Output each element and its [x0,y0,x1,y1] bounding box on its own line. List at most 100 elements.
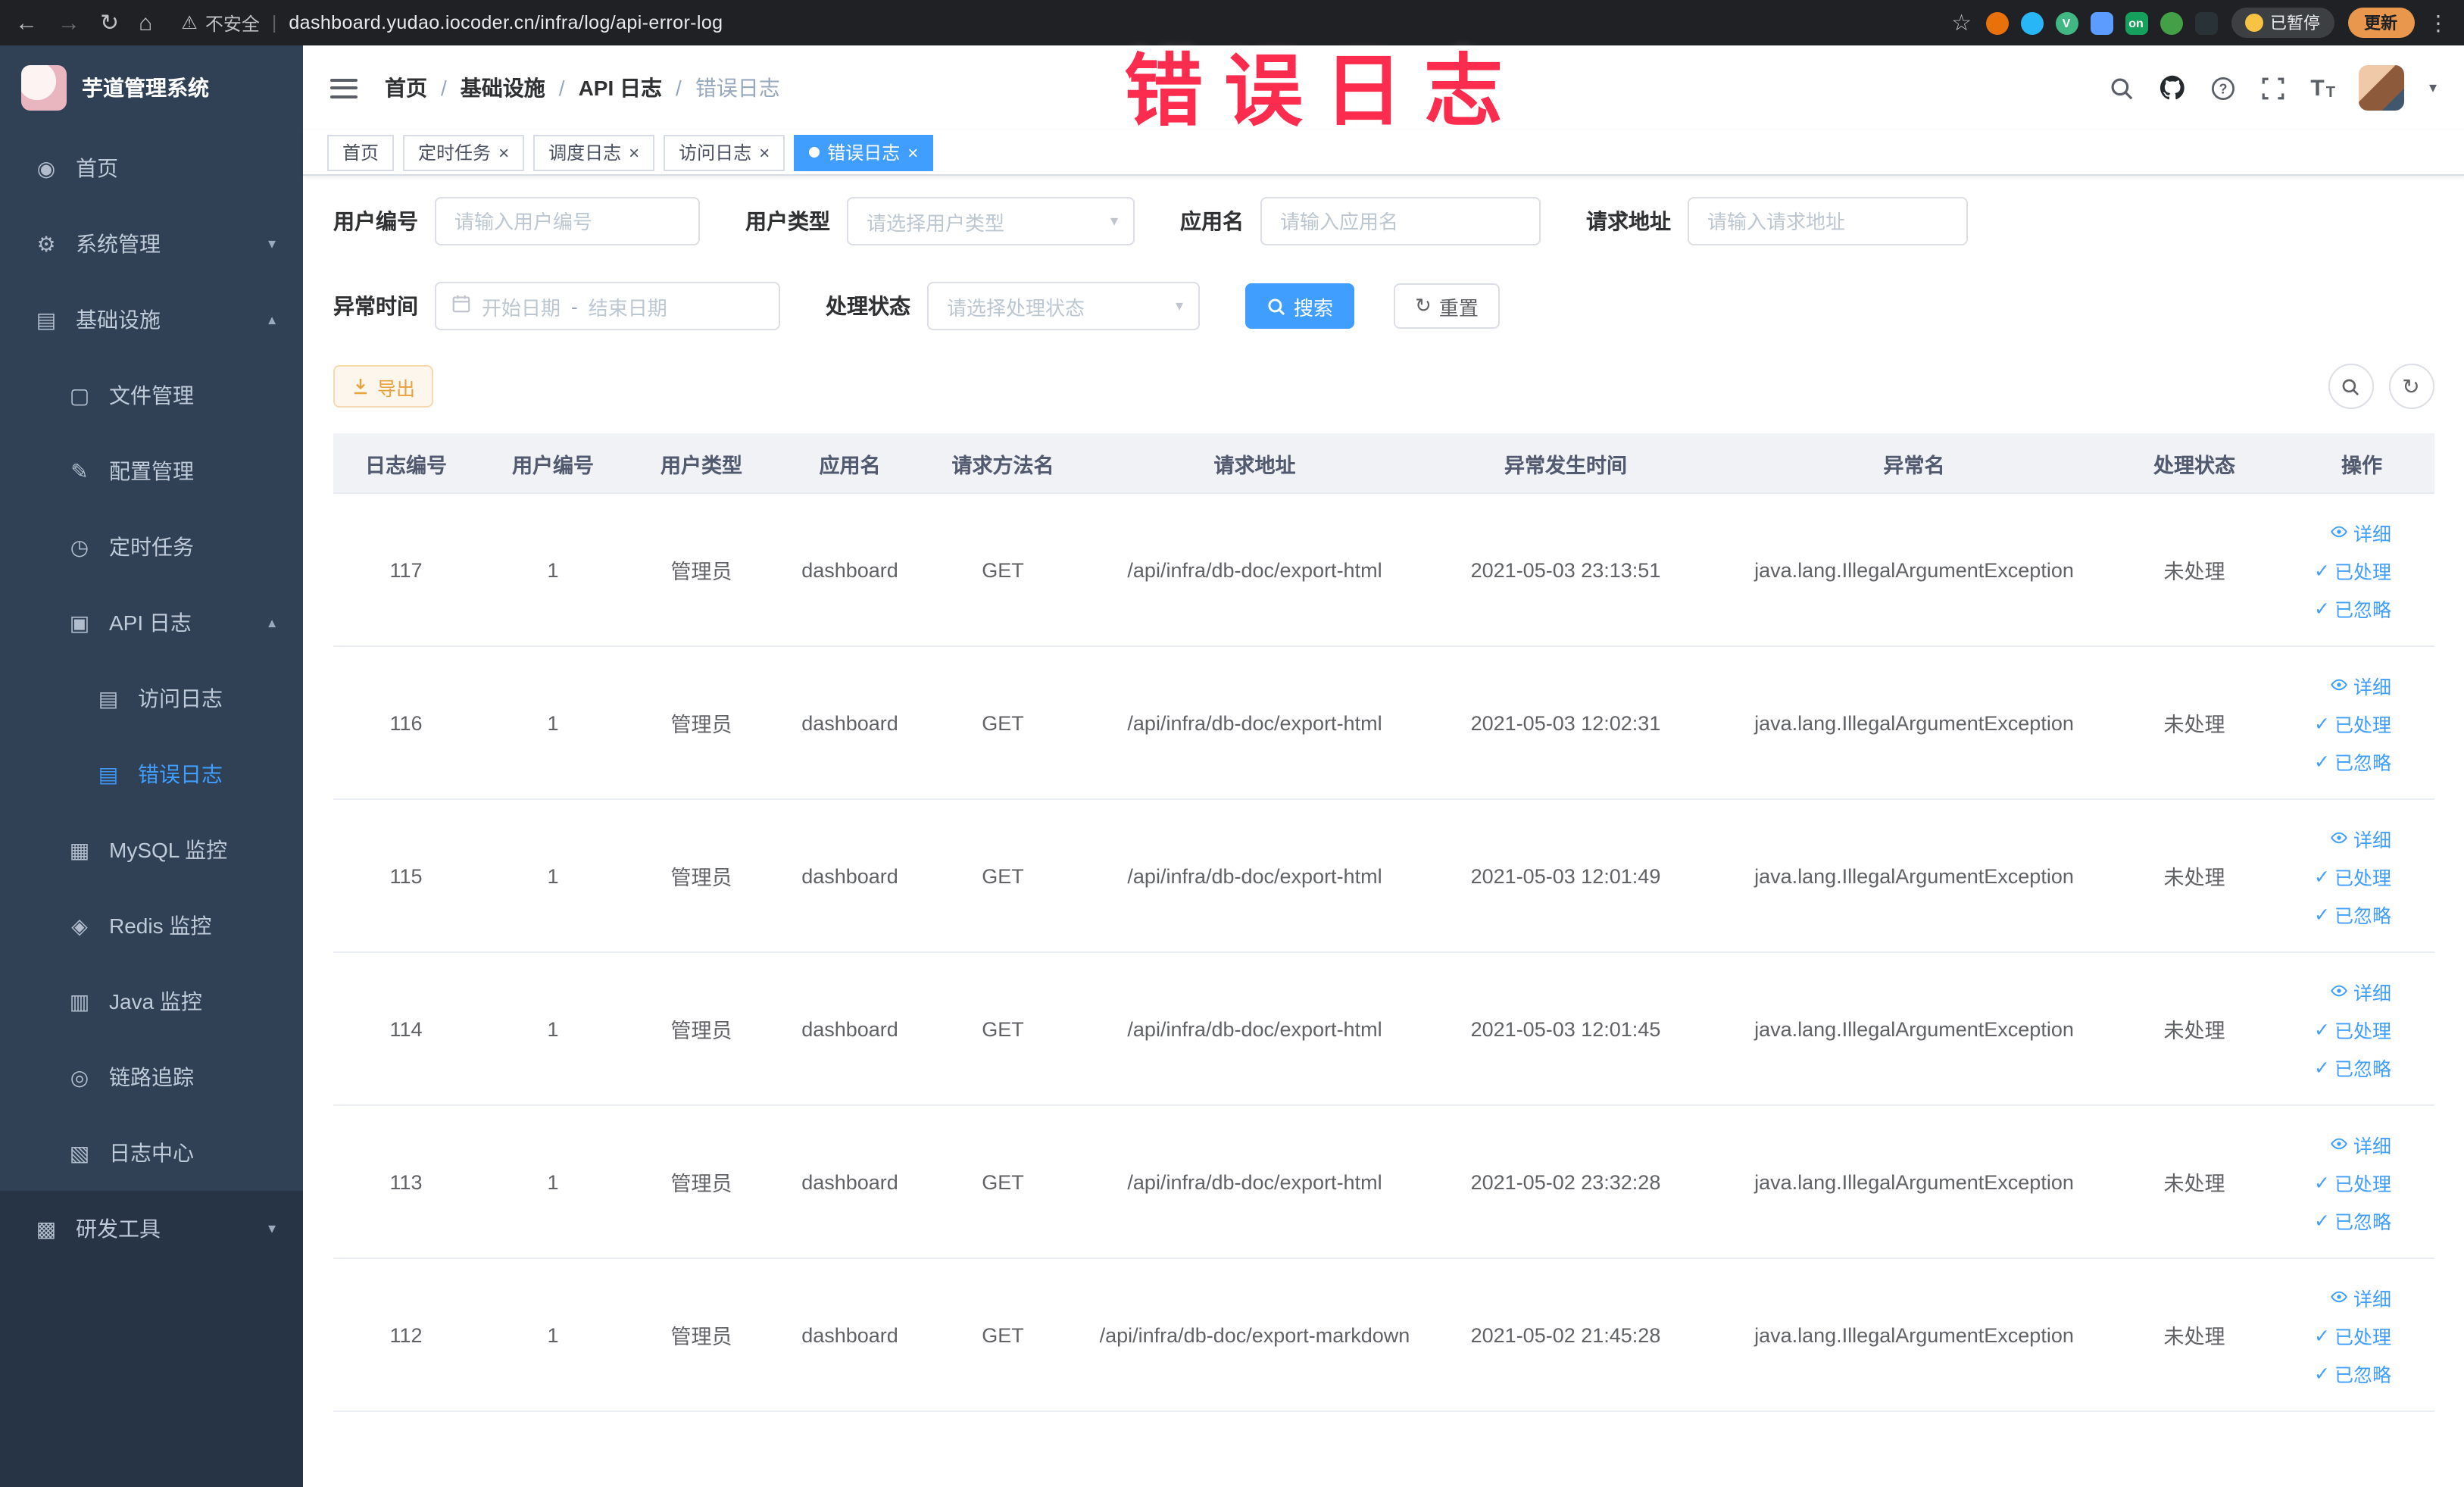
mark-ignored-link[interactable]: ✓ 已忽略 [2314,1052,2391,1081]
app-logo[interactable]: 芋道管理系统 [0,45,303,130]
forward-icon[interactable]: → [58,11,80,34]
home-icon[interactable]: ⌂ [139,11,152,34]
cell-url: /api/infra/db-doc/export-html [1127,1170,1382,1193]
detail-link[interactable]: 详细 [2331,1129,2391,1158]
column-header: 应用名 [819,454,881,476]
mark-processed-link[interactable]: ✓ 已处理 [2314,1167,2391,1196]
detail-link[interactable]: 详细 [2331,976,2391,1005]
breadcrumb-item[interactable]: API 日志 [579,73,662,103]
tab-首页[interactable]: 首页 [327,134,395,170]
vue-devtools-icon[interactable]: V [2055,11,2078,34]
sidebar-item-mysql-monitor[interactable]: ▦ MySQL 监控 [0,812,303,888]
sidebar-item-error-log[interactable]: ▤ 错误日志 [0,736,303,812]
table-header-row: 日志编号 用户编号 用户类型 应用名 请求方法名 请求地址 异常发生时间 异常名 处理状态 操作 [333,433,2434,494]
extension-grid-icon[interactable] [2090,11,2113,34]
detail-link[interactable]: 详细 [2331,517,2391,546]
extension-leaf-icon[interactable] [2160,11,2182,34]
mark-processed-link[interactable]: ✓ 已处理 [2314,1320,2391,1349]
mark-ignored-link[interactable]: ✓ 已忽略 [2314,593,2391,622]
mark-processed-link[interactable]: ✓ 已处理 [2314,555,2391,584]
breadcrumb-item: 错误日志 [695,76,780,100]
search-button[interactable]: 搜索 [1245,283,1355,329]
tab-错误日志[interactable]: 错误日志 × [794,134,934,170]
close-icon[interactable]: × [907,143,918,161]
sidebar-item-access-log[interactable]: ▤ 访问日志 [0,661,303,736]
sidebar-item-config-management[interactable]: ✎ 配置管理 [0,433,303,509]
cell-app-name: dashboard [801,558,898,581]
help-icon[interactable]: ? [2210,75,2236,101]
search-icon[interactable] [2109,75,2135,101]
bookmark-star-icon[interactable]: ☆ [1951,11,1972,34]
proxy-on-icon[interactable]: on [2125,11,2147,34]
mark-ignored-link[interactable]: ✓ 已忽略 [2314,899,2391,928]
search-button-label: 搜索 [1294,296,1334,319]
cell-user-type: 管理员 [670,867,732,889]
tampermonkey-icon[interactable] [2194,11,2217,34]
cell-exception: java.lang.IllegalArgumentException [1754,1017,2074,1040]
paused-badge[interactable]: 已暂停 [2231,8,2334,38]
detail-link[interactable]: 详细 [2331,670,2391,699]
process-status-select[interactable]: 请选择处理状态 ▾ [927,282,1200,330]
mark-ignored-link[interactable]: ✓ 已忽略 [2314,746,2391,775]
fullscreen-icon[interactable] [2260,75,2286,101]
sidebar-item-dev-tools[interactable]: ▩ 研发工具 ▾ [0,1191,303,1267]
cell-actions: 详细 ✓ 已处理 ✓ 已忽略 [2264,517,2434,622]
app-name-input[interactable] [1260,197,1541,245]
user-id-input[interactable] [435,197,700,245]
sidebar-item-link-tracing[interactable]: ◎ 链路追踪 [0,1039,303,1115]
mark-processed-link[interactable]: ✓ 已处理 [2314,1014,2391,1043]
check-icon: ✓ [2314,598,2330,619]
mark-processed-link[interactable]: ✓ 已处理 [2314,861,2391,890]
chrome-update-button[interactable]: 更新 [2347,8,2414,38]
browser-toolbar: ← → ↻ ⌂ ⚠ 不安全 | dashboard.yudao.iocoder.… [0,0,2464,45]
sidebar-item-infrastructure[interactable]: ▤ 基础设施 ▾ [0,282,303,358]
reload-icon[interactable]: ↻ [100,11,119,34]
sidebar-item-java-monitor[interactable]: ▥ Java 监控 [0,964,303,1039]
sidebar-item-redis-monitor[interactable]: ◈ Redis 监控 [0,888,303,964]
action-label: 详细 [2353,982,2391,1004]
sidebar-item-api-log[interactable]: ▣ API 日志 ▾ [0,585,303,661]
close-icon[interactable]: × [629,143,639,161]
sidebar-item-log-center[interactable]: ▧ 日志中心 [0,1115,303,1191]
user-type-select[interactable]: 请选择用户类型 ▾ [847,197,1135,245]
extension-orange-icon[interactable] [1985,11,2008,34]
user-avatar[interactable] [2359,65,2405,111]
date-range-picker[interactable]: 开始日期 - 结束日期 [435,282,780,330]
end-date-placeholder: 结束日期 [588,296,667,319]
check-icon: ✓ [2314,560,2330,581]
reset-button[interactable]: ↻ 重置 [1394,283,1500,329]
action-label: 详细 [2353,829,2391,851]
mark-processed-link[interactable]: ✓ 已处理 [2314,708,2391,737]
github-icon[interactable] [2159,74,2186,102]
font-size-icon[interactable]: TT [2310,75,2335,101]
cell-log-id: 113 [389,1170,423,1193]
tab-定时任务[interactable]: 定时任务 × [403,134,525,170]
close-icon[interactable]: × [498,143,509,161]
sidebar-item-scheduled-tasks[interactable]: ◷ 定时任务 [0,509,303,585]
avatar-caret-icon[interactable]: ▾ [2429,80,2437,96]
breadcrumb-item[interactable]: 首页 [385,73,427,103]
sidebar-toggle-icon[interactable] [330,78,358,98]
extension-water-icon[interactable] [2020,11,2043,34]
tab-访问日志[interactable]: 访问日志 × [664,134,785,170]
refresh-table-button[interactable]: ↻ [2388,364,2434,409]
filter-row-1: 用户编号 用户类型 请选择用户类型 ▾ 应用名 [333,197,2434,245]
export-button[interactable]: 导出 [333,365,434,408]
back-icon[interactable]: ← [15,11,38,34]
mark-ignored-link[interactable]: ✓ 已忽略 [2314,1358,2391,1387]
toggle-search-button[interactable] [2328,364,2373,409]
mark-ignored-link[interactable]: ✓ 已忽略 [2314,1205,2391,1234]
request-url-input[interactable] [1688,197,1968,245]
sidebar-item-home[interactable]: ◉ 首页 [0,130,303,206]
sidebar-item-file-management[interactable]: ▢ 文件管理 [0,358,303,433]
tab-调度日志[interactable]: 调度日志 × [533,134,655,170]
detail-link[interactable]: 详细 [2331,1282,2391,1311]
breadcrumb-item[interactable]: 基础设施 [461,73,545,103]
address-bar[interactable]: ⚠ 不安全 | dashboard.yudao.iocoder.cn/infra… [181,10,723,36]
browser-menu-icon[interactable]: ⋮ [2428,10,2449,36]
security-warning[interactable]: ⚠ 不安全 [181,10,260,36]
cell-url: /api/infra/db-doc/export-html [1127,1017,1382,1040]
sidebar-item-system-management[interactable]: ⚙ 系统管理 ▾ [0,206,303,282]
detail-link[interactable]: 详细 [2331,823,2391,852]
close-icon[interactable]: × [759,143,770,161]
